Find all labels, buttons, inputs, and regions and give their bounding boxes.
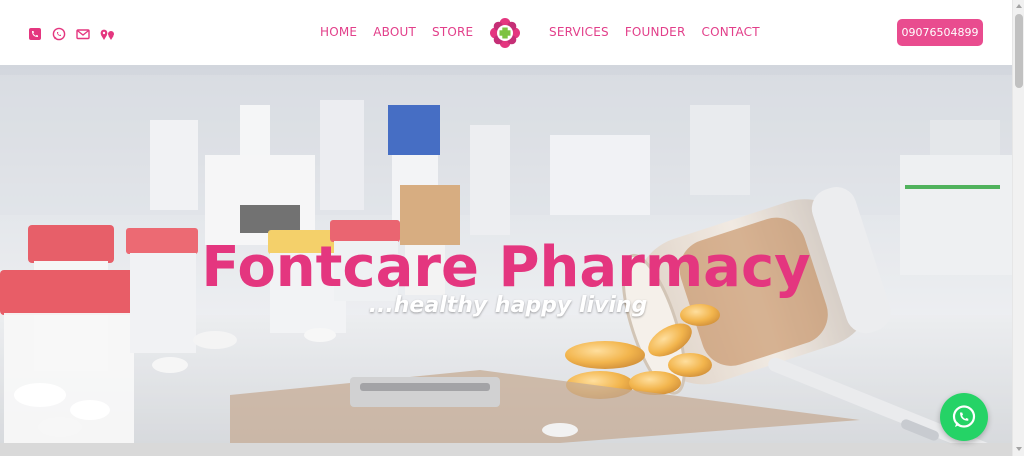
nav-right: SERVICES FOUNDER CONTACT [549,25,760,39]
nav-founder[interactable]: FOUNDER [625,25,686,39]
scroll-down-arrow-icon[interactable] [1016,447,1022,451]
nav-store[interactable]: STORE [432,25,473,39]
page-scrollbar[interactable] [1012,0,1024,456]
nav-contact[interactable]: CONTACT [701,25,759,39]
site-header: HOME ABOUT STORE SERVICES FOUNDER CONTAC… [0,0,1012,65]
page: HOME ABOUT STORE SERVICES FOUNDER CONTAC… [0,0,1024,456]
mail-icon[interactable] [76,26,90,40]
location-icon[interactable] [100,26,114,40]
social-links [28,26,114,41]
scroll-up-arrow-icon[interactable] [1016,4,1022,8]
whatsapp-icon [952,405,976,428]
next-section-edge [0,443,1012,456]
pharmacy-logo[interactable] [489,17,521,49]
nav-left: HOME ABOUT STORE [320,25,473,39]
whatsapp-chat-button[interactable] [940,393,988,441]
scrollbar-thumb[interactable] [1015,14,1023,88]
hero-banner: Fontcare Pharmacy ...healthy happy livin… [0,65,1012,443]
hero-title: Fontcare Pharmacy [201,235,811,300]
nav-services[interactable]: SERVICES [549,25,609,39]
hero-subtitle: ...healthy happy living [368,293,648,318]
phone-number-button[interactable]: 09076504899 [897,19,983,46]
nav-about[interactable]: ABOUT [373,25,416,39]
phone-icon[interactable] [28,26,42,40]
whatsapp-icon[interactable] [52,26,66,41]
nav-home[interactable]: HOME [320,25,357,39]
